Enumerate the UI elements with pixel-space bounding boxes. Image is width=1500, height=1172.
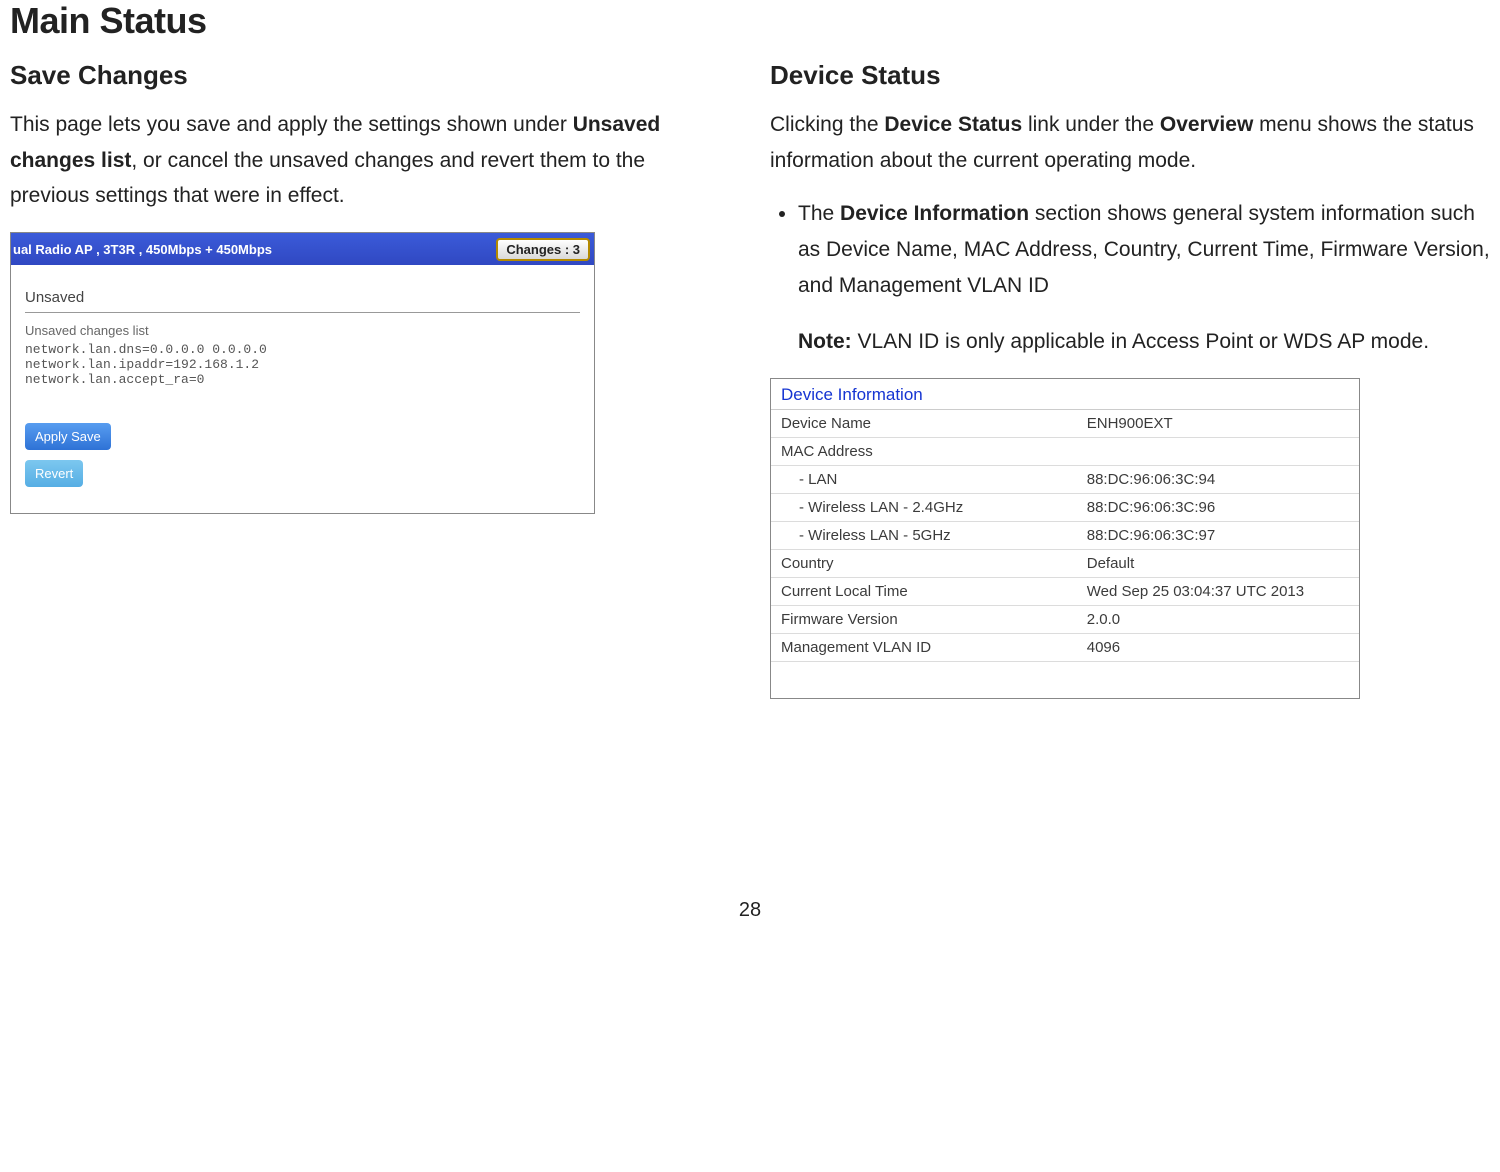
device-info-table: Device Name ENH900EXT MAC Address - LAN … [771, 410, 1359, 662]
cell-value: 88:DC:96:06:3C:94 [1077, 466, 1359, 494]
text-segment: link under the [1022, 113, 1160, 136]
cell-value: ENH900EXT [1077, 410, 1359, 438]
note-paragraph: Note: VLAN ID is only applicable in Acce… [798, 324, 1490, 360]
page-title: Main Status [10, 0, 1490, 42]
cell-label: Country [771, 550, 1077, 578]
changes-count-button[interactable]: Changes : 3 [496, 238, 590, 261]
list-item: The Device Information section shows gen… [798, 196, 1490, 303]
save-changes-screenshot: ual Radio AP , 3T3R , 450Mbps + 450Mbps … [10, 232, 595, 514]
device-info-title: Device Information [771, 379, 1359, 410]
save-changes-heading: Save Changes [10, 60, 730, 91]
cell-value: 2.0.0 [1077, 606, 1359, 634]
left-column: Save Changes This page lets you save and… [10, 60, 730, 699]
table-row: - Wireless LAN - 5GHz 88:DC:96:06:3C:97 [771, 522, 1359, 550]
text-bold: Overview [1160, 113, 1253, 136]
device-info-screenshot: Device Information Device Name ENH900EXT… [770, 378, 1360, 699]
revert-button[interactable]: Revert [25, 460, 83, 487]
unsaved-subheading: Unsaved changes list [25, 312, 580, 338]
apply-save-button[interactable]: Apply Save [25, 423, 111, 450]
cell-value: Default [1077, 550, 1359, 578]
cell-label: MAC Address [771, 438, 1077, 466]
table-row: Management VLAN ID 4096 [771, 634, 1359, 662]
text-segment: The [798, 202, 840, 225]
device-status-list: The Device Information section shows gen… [770, 196, 1490, 303]
cell-value: 88:DC:96:06:3C:96 [1077, 494, 1359, 522]
note-label: Note: [798, 330, 852, 353]
cell-value [1077, 438, 1359, 466]
text-bold: Device Information [840, 202, 1029, 225]
right-column: Device Status Clicking the Device Status… [770, 60, 1490, 699]
cell-label: - Wireless LAN - 2.4GHz [771, 494, 1077, 522]
cell-label: - LAN [771, 466, 1077, 494]
table-row: Firmware Version 2.0.0 [771, 606, 1359, 634]
text-segment: Clicking the [770, 113, 884, 136]
page-number: 28 [10, 899, 1490, 922]
cell-label: Management VLAN ID [771, 634, 1077, 662]
cell-label: Device Name [771, 410, 1077, 438]
table-row: Device Name ENH900EXT [771, 410, 1359, 438]
text-bold: Device Status [884, 113, 1022, 136]
cell-value: 88:DC:96:06:3C:97 [1077, 522, 1359, 550]
unsaved-heading: Unsaved [25, 289, 580, 306]
screenshot-title: ual Radio AP , 3T3R , 450Mbps + 450Mbps [13, 242, 272, 257]
device-status-heading: Device Status [770, 60, 1490, 91]
table-row: Country Default [771, 550, 1359, 578]
screenshot-topbar: ual Radio AP , 3T3R , 450Mbps + 450Mbps … [11, 233, 594, 265]
cell-label: Firmware Version [771, 606, 1077, 634]
cell-value: 4096 [1077, 634, 1359, 662]
unsaved-changes-list: network.lan.dns=0.0.0.0 0.0.0.0 network.… [25, 342, 580, 387]
table-row: Current Local Time Wed Sep 25 03:04:37 U… [771, 578, 1359, 606]
cell-value: Wed Sep 25 03:04:37 UTC 2013 [1077, 578, 1359, 606]
table-row: - LAN 88:DC:96:06:3C:94 [771, 466, 1359, 494]
table-row: MAC Address [771, 438, 1359, 466]
device-status-intro: Clicking the Device Status link under th… [770, 107, 1490, 178]
table-row: - Wireless LAN - 2.4GHz 88:DC:96:06:3C:9… [771, 494, 1359, 522]
text-segment: This page lets you save and apply the se… [10, 113, 573, 136]
cell-label: Current Local Time [771, 578, 1077, 606]
screenshot-body: Unsaved Unsaved changes list network.lan… [11, 265, 594, 513]
cell-label: - Wireless LAN - 5GHz [771, 522, 1077, 550]
note-text: VLAN ID is only applicable in Access Poi… [852, 330, 1429, 353]
save-changes-paragraph: This page lets you save and apply the se… [10, 107, 730, 214]
